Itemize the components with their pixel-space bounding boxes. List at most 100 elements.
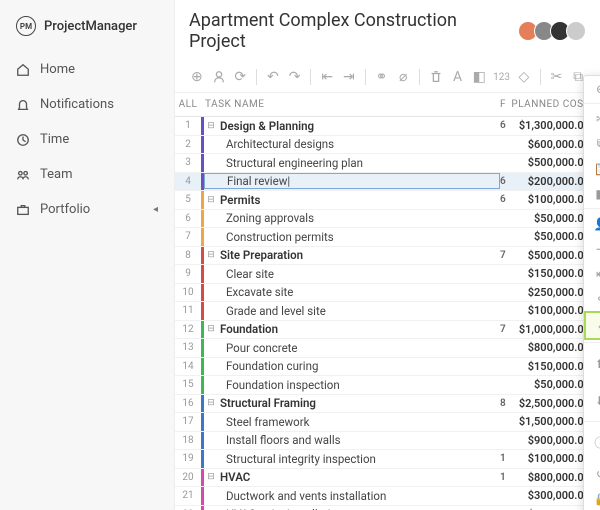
task-cell[interactable]: Ductwork and vents installation	[204, 489, 500, 503]
task-row[interactable]: 8⊟Site Preparation7$500,000.00	[175, 247, 600, 266]
col-task[interactable]: TASK NAME	[201, 99, 500, 110]
expand-icon[interactable]: ⊟	[206, 472, 216, 482]
col-f[interactable]: F	[500, 99, 510, 110]
refresh-icon[interactable]: ⟳	[232, 68, 248, 86]
task-row[interactable]: 2Architectural designs$600,000.00	[175, 136, 600, 155]
task-row[interactable]: 19Structural integrity inspection1$100,0…	[175, 450, 600, 469]
task-cell[interactable]: Zoning approvals	[204, 211, 500, 225]
cut-icon[interactable]: ✂	[549, 68, 565, 86]
task-row[interactable]: 13Pour concrete$800,000.00	[175, 339, 600, 358]
task-row[interactable]: 11Grade and level site$100,000.00	[175, 302, 600, 321]
ctx-insert-above[interactable]: ⬆Insert row above	[584, 345, 600, 382]
ctx-outdent[interactable]: ⇤Outdent	[584, 261, 600, 286]
add-icon[interactable]: ⊕	[189, 68, 205, 86]
link-icon[interactable]: ⚭	[374, 68, 390, 86]
task-cell[interactable]: ⊟Foundation	[204, 322, 500, 336]
row-number: 15	[175, 379, 201, 390]
expand-icon[interactable]: ⊟	[206, 195, 216, 205]
nav-notifications[interactable]: Notifications	[0, 87, 174, 122]
task-cell[interactable]: Clear site	[204, 267, 500, 281]
task-cell[interactable]: Foundation inspection	[204, 378, 500, 392]
outdent-icon[interactable]: ⇤	[319, 68, 335, 86]
task-cell[interactable]: Foundation curing	[204, 359, 500, 373]
task-row[interactable]: 14Foundation curing$150,000.00	[175, 358, 600, 377]
ctx-link[interactable]: ⚭Link Tasks	[584, 286, 600, 311]
task-row[interactable]: 1⊟Design & Planning6$1,300,000.00	[175, 117, 600, 136]
nav-time[interactable]: Time	[0, 122, 174, 157]
task-row[interactable]: 20⊟HVAC1$800,000.00	[175, 469, 600, 488]
avatar-group[interactable]	[522, 21, 586, 41]
task-cell[interactable]: Grade and level site	[204, 304, 500, 318]
task-cell[interactable]: Structural integrity inspection	[204, 452, 500, 466]
expand-icon[interactable]: ⊟	[206, 324, 216, 334]
task-row[interactable]: 10Excavate site$250,000.00	[175, 284, 600, 303]
task-cell[interactable]: Construction permits	[204, 230, 500, 244]
task-cell[interactable]: Excavate site	[204, 285, 500, 299]
unlink-icon[interactable]: ⌀	[395, 68, 411, 86]
task-cell[interactable]: ⊟Site Preparation	[204, 248, 500, 262]
f-value: 8	[500, 398, 510, 409]
row-number: 11	[175, 305, 201, 316]
ctx-paste[interactable]: 📋Paste	[584, 156, 600, 181]
task-cell[interactable]: ⊟ HVAC	[204, 470, 500, 484]
task-row[interactable]: 9Clear site$150,000.00	[175, 265, 600, 284]
milestone-icon[interactable]: ◇	[516, 68, 532, 86]
bell-icon	[16, 98, 30, 112]
task-row[interactable]: 16⊟Structural Framing8$2,500,000.00	[175, 395, 600, 414]
task-row[interactable]: 22HVAC units installation$400,000.00	[175, 506, 600, 510]
avatar[interactable]	[566, 21, 586, 41]
task-cell[interactable]: Structural engineering plan	[204, 156, 500, 170]
task-row[interactable]: 7Construction permits$50,000.00	[175, 228, 600, 247]
task-row[interactable]: 17Steel framework$1,500,000.00	[175, 413, 600, 432]
trash-icon[interactable]	[428, 68, 444, 86]
task-cell[interactable]: Steel framework	[204, 415, 500, 429]
expand-icon[interactable]: ⊟	[206, 398, 216, 408]
task-row[interactable]: 3Structural engineering plan$500,000.00	[175, 154, 600, 173]
redo-icon[interactable]: ↷	[287, 68, 303, 86]
color-icon[interactable]: ◧	[471, 68, 487, 86]
f-value: 7	[500, 250, 510, 261]
ctx-lock[interactable]: 🔒Lock Task	[584, 486, 600, 510]
task-cell[interactable]: ⊟Permits	[204, 193, 500, 207]
expand-icon[interactable]: ⊟	[206, 121, 216, 131]
task-row[interactable]: 4Final review|6$200,000.00	[175, 173, 600, 192]
ctx-indent[interactable]: ⇥Indent	[584, 236, 600, 261]
ctx-cut[interactable]: ✂Cut	[584, 106, 600, 131]
task-cell[interactable]: Final review|	[204, 173, 500, 189]
task-name: Grade and level site	[206, 304, 326, 318]
percent-icon[interactable]: 123	[493, 68, 510, 86]
font-icon[interactable]: A	[450, 68, 466, 86]
task-cell[interactable]: Architectural designs	[204, 137, 500, 151]
nav-portfolio[interactable]: Portfolio ◂	[0, 192, 174, 227]
ctx-assign[interactable]: 👤Assign	[584, 211, 600, 236]
task-row[interactable]: 18Install floors and walls$900,000.00	[175, 432, 600, 451]
row-number: 2	[175, 139, 201, 150]
row-below-icon: ⬇	[594, 394, 600, 408]
task-row[interactable]: 12⊟Foundation7$1,000,000.00	[175, 321, 600, 340]
ctx-insert-below[interactable]: ⬇Insert row below	[584, 382, 600, 419]
logo[interactable]: PM ProjectManager	[0, 8, 174, 52]
task-row[interactable]: 6Zoning approvals$50,000.00	[175, 210, 600, 229]
col-all[interactable]: ALL	[175, 99, 201, 110]
task-cell[interactable]: ⊟Structural Framing	[204, 396, 500, 410]
task-cell[interactable]: ⊟Design & Planning	[204, 119, 500, 133]
task-row[interactable]: 21Ductwork and vents installation$300,00…	[175, 487, 600, 506]
task-row[interactable]: 15Foundation inspection$50,000.00	[175, 376, 600, 395]
indent-icon[interactable]: ⇥	[341, 68, 357, 86]
task-cell[interactable]: Pour concrete	[204, 341, 500, 355]
task-row[interactable]: 5⊟Permits6$100,000.00	[175, 191, 600, 210]
user-icon[interactable]	[211, 68, 227, 86]
ctx-history[interactable]: ↺View History	[584, 461, 600, 486]
ctx-color[interactable]: ◧Color	[584, 181, 600, 206]
nav-team[interactable]: Team	[0, 157, 174, 192]
ctx-copy[interactable]: ⧉Copy	[584, 131, 600, 156]
nav-home[interactable]: Home	[0, 52, 174, 87]
ctx-add-task[interactable]: ⊕Add Task	[584, 76, 600, 101]
task-cell[interactable]: Install floors and walls	[204, 433, 500, 447]
ctx-milestone[interactable]: ◇Milestone	[584, 311, 600, 340]
undo-icon[interactable]: ↶	[265, 68, 281, 86]
task-name: HVAC	[220, 470, 250, 484]
row-number: 3	[175, 157, 201, 168]
expand-icon[interactable]: ⊟	[206, 250, 216, 260]
ctx-info[interactable]: ⓘShow Task Info	[584, 424, 600, 461]
